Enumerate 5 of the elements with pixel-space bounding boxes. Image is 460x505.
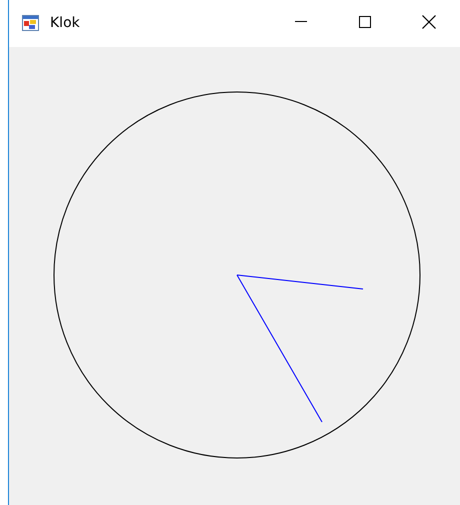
window-title: Klok: [50, 14, 80, 30]
maximize-icon: [359, 16, 371, 28]
minimize-icon: [295, 21, 307, 22]
close-icon: [422, 14, 436, 28]
app-window-icon: [22, 14, 39, 30]
